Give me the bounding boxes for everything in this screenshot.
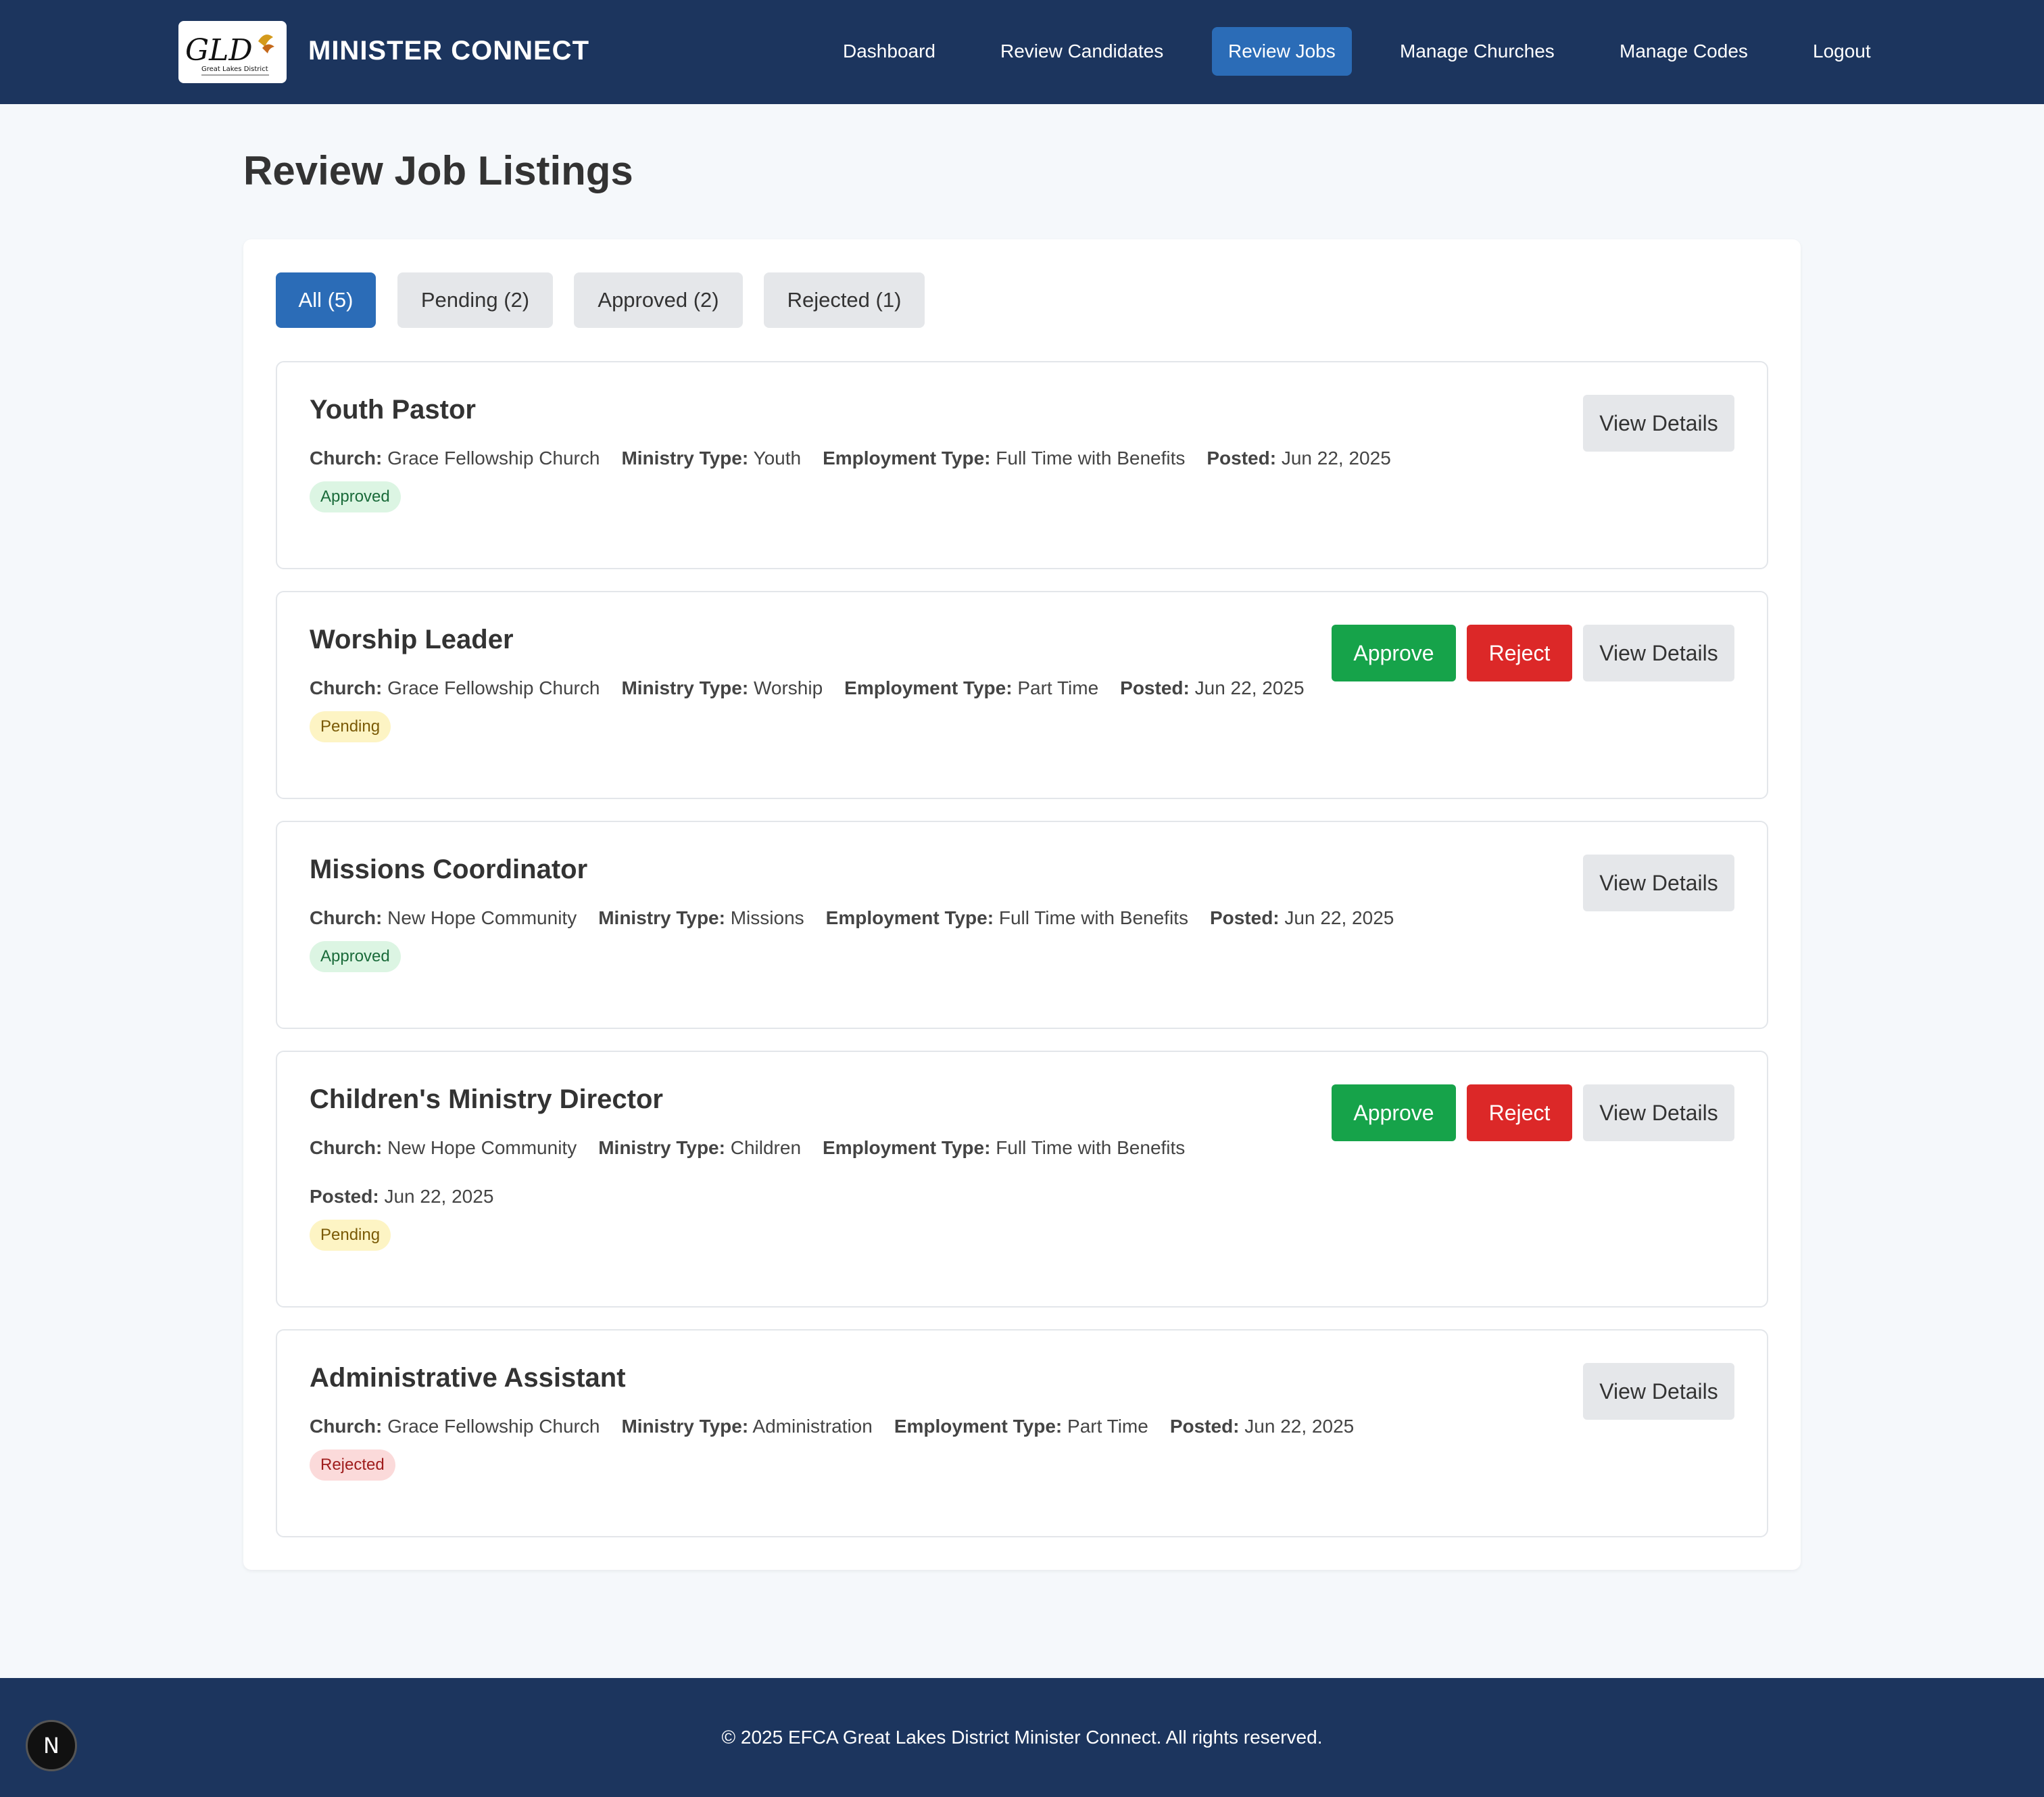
job-employment-type: Employment Type: Full Time with Benefits [823,448,1186,469]
view-details-button[interactable]: View Details [1583,855,1734,911]
job-posted-date: Posted: Jun 22, 2025 [310,1186,494,1207]
job-posted-date: Posted: Jun 22, 2025 [1169,1416,1355,1437]
filter-tab-all[interactable]: All (5) [276,272,376,328]
job-card: Children's Ministry Director Church: New… [276,1051,1768,1308]
job-card: Missions Coordinator Church: New Hope Co… [276,821,1768,1029]
job-meta: Church: New Hope Community Ministry Type:… [310,1137,1207,1159]
nav-dashboard[interactable]: Dashboard [827,27,952,76]
job-ministry-type: Ministry Type: Youth [621,448,802,469]
filter-tab-pending[interactable]: Pending (2) [397,272,553,328]
job-ministry-type: Ministry Type: Administration [621,1416,873,1437]
dev-tools-icon[interactable]: N [26,1720,77,1771]
job-meta: Church: Grace Fellowship Church Ministry … [310,1416,1376,1437]
job-card: Youth Pastor Church: Grace Fellowship Ch… [276,361,1768,569]
job-card: Administrative Assistant Church: Grace F… [276,1329,1768,1537]
status-badge: Approved [310,481,401,512]
svg-text:Great Lakes District: Great Lakes District [201,66,268,73]
approve-button[interactable]: Approve [1332,1084,1456,1141]
job-employment-type: Employment Type: Part Time [894,1416,1148,1437]
job-church: Church: New Hope Community [310,907,577,928]
top-navbar: GLD Great Lakes District MINISTER CONNEC… [0,0,2044,104]
status-badge: Approved [310,941,401,972]
svg-text:GLD: GLD [185,33,253,68]
page-footer: © 2025 EFCA Great Lakes District Ministe… [0,1678,2044,1797]
job-title: Worship Leader [310,625,514,654]
view-details-button[interactable]: View Details [1583,1363,1734,1420]
job-posted-date: Posted: Jun 22, 2025 [1207,448,1391,469]
nav-review-jobs[interactable]: Review Jobs [1212,27,1352,76]
job-meta-posted: Posted: Jun 22, 2025 [310,1186,515,1207]
job-church: Church: Grace Fellowship Church [310,1416,600,1437]
view-details-button[interactable]: View Details [1583,1084,1734,1141]
nav-manage-codes[interactable]: Manage Codes [1603,27,1764,76]
job-meta: Church: Grace Fellowship Church Ministry … [310,677,1326,699]
nav-review-candidates[interactable]: Review Candidates [984,27,1179,76]
status-badge: Pending [310,711,391,742]
job-church: Church: Grace Fellowship Church [310,677,600,698]
job-title: Youth Pastor [310,395,476,425]
job-posted-date: Posted: Jun 22, 2025 [1120,677,1305,698]
job-title: Children's Ministry Director [310,1084,663,1114]
view-details-button[interactable]: View Details [1583,625,1734,681]
job-ministry-type: Ministry Type: Missions [598,907,804,928]
page-title: Review Job Listings [243,148,633,193]
approve-button[interactable]: Approve [1332,625,1456,681]
filter-tab-approved[interactable]: Approved (2) [574,272,743,328]
status-badge: Pending [310,1220,391,1251]
job-ministry-type: Ministry Type: Worship [621,677,823,698]
reject-button[interactable]: Reject [1467,625,1572,681]
footer-copyright: © 2025 EFCA Great Lakes District Ministe… [721,1727,1323,1748]
job-meta: Church: New Hope Community Ministry Type:… [310,907,1415,929]
logo-graphic: GLD Great Lakes District [185,33,274,76]
job-employment-type: Employment Type: Full Time with Benefits [823,1137,1186,1158]
job-church: Church: New Hope Community [310,1137,577,1158]
job-posted-date: Posted: Jun 22, 2025 [1209,907,1394,928]
status-badge: Rejected [310,1449,395,1481]
filter-tab-rejected[interactable]: Rejected (1) [764,272,925,328]
job-employment-type: Employment Type: Part Time [844,677,1099,698]
job-employment-type: Employment Type: Full Time with Benefits [825,907,1188,928]
job-ministry-type: Ministry Type: Children [598,1137,802,1158]
job-church: Church: Grace Fellowship Church [310,448,600,469]
reject-button[interactable]: Reject [1467,1084,1572,1141]
job-title: Missions Coordinator [310,855,588,884]
job-meta: Church: Grace Fellowship Church Ministry … [310,448,1413,469]
view-details-button[interactable]: View Details [1583,395,1734,452]
app-brand-title: MINISTER CONNECT [308,36,589,66]
nav-logout[interactable]: Logout [1797,27,1887,76]
job-title: Administrative Assistant [310,1363,626,1393]
district-logo[interactable]: GLD Great Lakes District [178,21,287,83]
nav-manage-churches[interactable]: Manage Churches [1384,27,1571,76]
job-card: Worship Leader Church: Grace Fellowship … [276,591,1768,799]
